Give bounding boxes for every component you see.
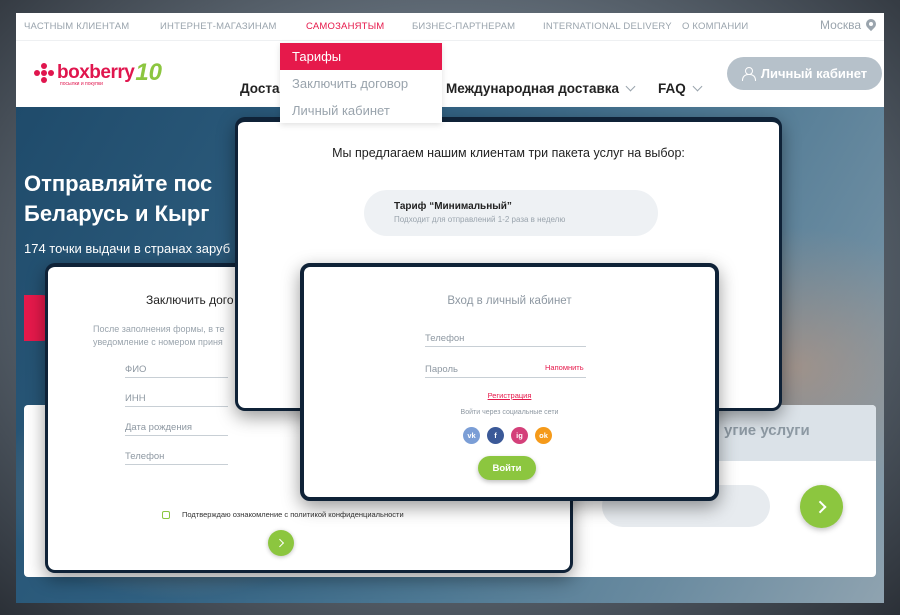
tariff-name: Тариф “Минимальный” [394,201,512,212]
nav-item-international-delivery[interactable]: Международная доставка [446,81,636,96]
user-icon [741,67,756,81]
logo-anniversary-number: 10 [135,59,163,86]
vk-icon[interactable]: vk [463,427,480,444]
login-button[interactable]: Войти [478,456,536,480]
personal-account-button[interactable]: Личный кабинет [727,57,882,90]
submit-arrow-button[interactable] [800,485,843,528]
logo-tagline: посылки и покупки [60,81,103,87]
location-pin-icon [866,19,876,32]
facebook-icon[interactable]: f [487,427,504,444]
nav-item-faq[interactable]: FAQ [658,81,703,96]
other-services-label: угие услуги [724,422,810,439]
inn-field[interactable]: ИНН [125,393,228,407]
remind-password-link[interactable]: Напомнить [545,363,584,372]
dropdown-item-tariffs[interactable]: Тарифы [280,43,442,70]
topbar-link-business-partners[interactable]: БИЗНЕС-ПАРТНЕРАМ [412,21,515,32]
phone-field[interactable]: Телефон [125,451,228,465]
dropdown-item-cabinet[interactable]: Личный кабинет [280,97,442,123]
chevron-down-icon [692,81,703,92]
topbar-link-self-employed[interactable]: САМОЗАНЯТЫМ [306,21,384,32]
top-bar: ЧАСТНЫМ КЛИЕНТАМ ИНТЕРНЕТ-МАГАЗИНАМ САМО… [16,13,884,41]
fio-field[interactable]: ФИО [125,364,228,378]
tariffs-modal-title: Мы предлагаем нашим клиентам три пакета … [332,146,685,160]
city-name: Москва [820,18,861,32]
instagram-icon[interactable]: ig [511,427,528,444]
berries-icon [34,63,54,83]
hero-title: Отправляйте пос Беларусь и Кырг [24,171,213,226]
login-modal-title: Вход в личный кабинет [447,295,572,307]
login-phone-field[interactable]: Телефон [425,333,586,347]
social-login-buttons: vk f ig ok [463,427,552,444]
topbar-link-international-delivery[interactable]: INTERNATIONAL DELIVERY [543,21,672,32]
boxberry-logo[interactable]: boxberry 10 посылки и покупки [34,59,162,87]
dropdown-item-contract[interactable]: Заключить договор [280,70,442,97]
hero-subtitle: 174 точки выдачи в странах заруб [24,241,231,256]
contract-modal-description: После заполнения формы, в те уведомление… [93,324,225,347]
topbar-link-online-stores[interactable]: ИНТЕРНЕТ-МАГАЗИНАМ [160,21,277,32]
self-employed-dropdown: Тарифы Заключить договор Личный кабинет [280,43,442,123]
city-selector[interactable]: Москва [820,18,876,32]
topbar-link-about[interactable]: О КОМПАНИИ [682,21,748,32]
arrow-right-icon [275,538,285,548]
birth-date-field[interactable]: Дата рождения [125,422,228,436]
register-link[interactable]: Регистрация [304,391,715,400]
chevron-down-icon [625,81,636,92]
contract-submit-button[interactable] [268,530,294,556]
contract-modal-title: Заключить дого [146,293,234,307]
topbar-link-private-clients[interactable]: ЧАСТНЫМ КЛИЕНТАМ [24,21,129,32]
privacy-consent-checkbox[interactable] [162,511,170,519]
login-modal: Вход в личный кабинет Телефон Пароль Нап… [300,263,719,501]
tariff-description: Подходит для отправлений 1-2 раза в неде… [394,215,566,224]
odnoklassniki-icon[interactable]: ok [535,427,552,444]
tariff-option-minimal[interactable]: Тариф “Минимальный” Подходит для отправл… [364,190,658,236]
privacy-consent-label: Подтверждаю ознакомление с политикой кон… [182,510,404,519]
social-login-label: Войти через социальные сети [460,409,559,416]
arrow-right-icon [813,500,827,513]
